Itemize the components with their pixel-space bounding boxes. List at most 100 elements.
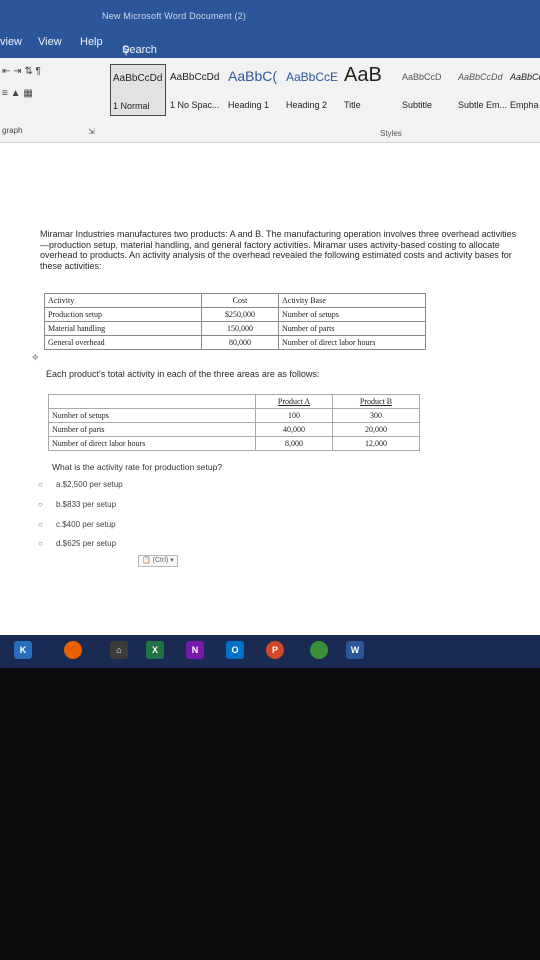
table-cell: 80,000: [201, 335, 279, 350]
style-subtitle[interactable]: AaBbCcD Subtitle: [400, 64, 456, 116]
table-cell: Material handling: [44, 321, 202, 336]
excel-icon[interactable]: X: [146, 641, 164, 659]
style-sample: AaBbCcDd: [458, 72, 503, 82]
style-heading-1[interactable]: AaBbC( Heading 1: [226, 64, 282, 116]
table-cell: 150,000: [201, 321, 279, 336]
activity-cost-table: Activity Cost Activity Base Production s…: [44, 293, 426, 350]
table-cell: General overhead: [44, 335, 202, 350]
table-cell: $250,000: [201, 307, 279, 322]
increase-indent-icon[interactable]: ⇥: [13, 66, 21, 77]
answer-choice[interactable]: ○ d.$625 per setup: [38, 539, 116, 548]
borders-icon[interactable]: ▦: [23, 88, 32, 99]
decrease-indent-icon[interactable]: ⇤: [2, 66, 10, 77]
style-name: 1 Normal: [113, 101, 150, 111]
onenote-icon[interactable]: N: [186, 641, 204, 659]
clipboard-icon: 📋: [142, 557, 151, 564]
answer-choice[interactable]: ○ c.$400 per setup: [38, 520, 116, 529]
radio-icon[interactable]: ○: [38, 500, 48, 509]
style-emphasis[interactable]: AaBbCc Empha: [508, 64, 540, 116]
choice-text: c.$400 per setup: [56, 520, 116, 529]
style-heading-2[interactable]: AaBbCcE Heading 2: [284, 64, 340, 116]
style-sample: AaBbCcDd: [113, 73, 163, 84]
table-cell: Product B: [332, 394, 420, 409]
menu-help[interactable]: Help: [80, 36, 103, 48]
question-prompt: What is the activity rate for production…: [52, 462, 223, 472]
table-cell: Production setup: [44, 307, 202, 322]
activity-intro-line: Each product's total activity in each of…: [46, 369, 320, 379]
line-spacing-icon[interactable]: ≡: [2, 88, 8, 99]
style-title[interactable]: AaB Title: [342, 64, 398, 116]
style-sample: AaBbCcDd: [170, 72, 220, 83]
style-sample: AaBbCcE: [286, 70, 339, 84]
choice-text: d.$625 per setup: [56, 539, 117, 548]
table-row: General overhead 80,000 Number of direct…: [44, 335, 426, 350]
style-sample: AaBbCc: [510, 72, 540, 82]
table-row: Product A Product B: [48, 394, 420, 409]
word-icon[interactable]: W: [346, 641, 364, 659]
firefox-icon[interactable]: [64, 641, 82, 659]
table-row: Material handling 150,000 Number of part…: [44, 321, 426, 336]
paragraph-group-label: graph: [2, 126, 23, 135]
product-activity-table: Product A Product B Number of setups 100…: [48, 394, 420, 451]
table-row: Activity Cost Activity Base: [44, 293, 426, 308]
table-cell: 100: [255, 408, 333, 423]
style-sample: AaBbC(: [228, 68, 278, 84]
table-row: Number of setups 100 300: [48, 408, 420, 423]
radio-icon[interactable]: ○: [38, 539, 48, 548]
style-normal[interactable]: AaBbCcDd 1 Normal: [110, 64, 166, 116]
title-bar: New Microsoft Word Document (2): [0, 0, 540, 28]
style-name: 1 No Spac...: [170, 100, 220, 110]
shading-icon[interactable]: ▲: [11, 88, 21, 99]
table-cell: Number of direct labor hours: [48, 436, 256, 451]
style-sample: AaBbCcD: [402, 72, 442, 82]
table-cell: Number of parts: [48, 422, 256, 437]
menu-view[interactable]: View: [38, 36, 62, 48]
style-subtle-emphasis[interactable]: AaBbCcDd Subtle Em...: [456, 64, 512, 116]
menu-bar: view View Help ⚲ Search: [0, 28, 540, 58]
document-title: New Microsoft Word Document (2): [102, 11, 247, 21]
kodi-icon[interactable]: K: [14, 641, 32, 659]
choice-text: b.$833 per setup: [56, 500, 117, 509]
table-cell: Cost: [201, 293, 279, 308]
move-handle-icon[interactable]: ✥: [32, 353, 39, 362]
table-row: Number of parts 40,000 20,000: [48, 422, 420, 437]
style-name: Subtitle: [402, 100, 433, 110]
table-cell: Number of setups: [278, 307, 426, 322]
table-cell: 8,000: [255, 436, 333, 451]
home-icon[interactable]: ⌂: [110, 641, 128, 659]
table-row: Production setup $250,000 Number of setu…: [44, 307, 426, 322]
search-label: Search: [122, 44, 157, 56]
table-cell: 40,000: [255, 422, 333, 437]
powerpoint-icon[interactable]: P: [266, 641, 284, 659]
paste-options-button[interactable]: 📋 (Ctrl) ▾: [138, 555, 178, 567]
answer-choice[interactable]: ○ a.$2,500 per setup: [38, 480, 123, 489]
table-cell: Number of setups: [48, 408, 256, 423]
style-no-spacing[interactable]: AaBbCcDd 1 No Spac...: [168, 64, 224, 116]
taskbar: K ⌂ X N O P W: [0, 635, 540, 668]
radio-icon[interactable]: ○: [38, 480, 48, 489]
ribbon: ⇤ ⇥ ⇅ ¶ ≡ ▲ ▦ AaBbCcDd 1 Normal AaBbCcDd…: [0, 58, 540, 143]
style-name: Subtle Em...: [458, 100, 508, 110]
outlook-icon[interactable]: O: [226, 641, 244, 659]
style-sample: AaB: [344, 64, 382, 86]
styles-group-label: Styles: [380, 129, 402, 138]
problem-intro: Miramar Industries manufactures two prod…: [40, 229, 517, 271]
table-cell: 20,000: [332, 422, 420, 437]
paste-options-label: (Ctrl) ▾: [152, 557, 174, 564]
answer-choice[interactable]: ○ b.$833 per setup: [38, 500, 116, 509]
chrome-icon[interactable]: [310, 641, 328, 659]
radio-icon[interactable]: ○: [38, 520, 48, 529]
pilcrow-icon[interactable]: ¶: [36, 66, 41, 77]
style-name: Heading 1: [228, 100, 270, 110]
table-cell: 300: [332, 408, 420, 423]
menu-view-partial[interactable]: view: [0, 36, 22, 48]
document-page[interactable]: Miramar Industries manufactures two prod…: [0, 143, 540, 635]
table-cell: [48, 394, 256, 409]
sort-icon[interactable]: ⇅: [24, 66, 32, 77]
table-cell: Activity: [44, 293, 202, 308]
dialog-launcher-icon[interactable]: ⇲: [88, 127, 95, 136]
table-cell: Number of parts: [278, 321, 426, 336]
table-cell: Number of direct labor hours: [278, 335, 426, 350]
style-name: Heading 2: [286, 100, 328, 110]
choice-text: a.$2,500 per setup: [56, 480, 123, 489]
